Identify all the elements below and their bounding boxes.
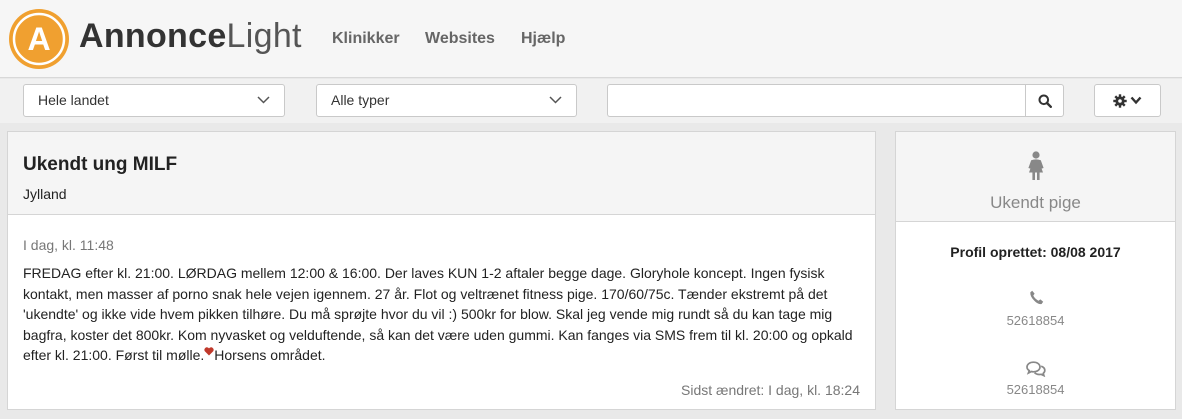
profile-card: Ukendt pige Profil oprettet: 08/08 2017 … (895, 131, 1176, 410)
search-button[interactable] (1025, 84, 1064, 117)
logo-letter: A (27, 21, 50, 57)
nav-link-klinikker[interactable]: Klinikker (332, 30, 400, 48)
brand-name[interactable]: AnnonceLight (79, 17, 302, 56)
ad-description: FREDAG efter kl. 21:00. LØRDAG mellem 12… (23, 263, 868, 366)
ad-region: Jylland (23, 186, 67, 202)
nav-link-websites[interactable]: Websites (425, 30, 495, 48)
chevron-down-icon (1130, 96, 1142, 105)
heart-icon (204, 347, 214, 356)
annoncelight-logo[interactable]: A (8, 8, 70, 70)
ad-card: Ukendt ung MILF Jylland I dag, kl. 11:48… (7, 131, 876, 410)
ad-title: Ukendt ung MILF (23, 154, 178, 175)
type-select[interactable]: Alle typer (316, 84, 577, 117)
search-icon (1038, 94, 1052, 108)
profile-header: Ukendt pige (896, 132, 1175, 222)
settings-button[interactable] (1094, 84, 1161, 117)
phone-number[interactable]: 52618854 (896, 313, 1175, 328)
brand-name-light: Light (226, 17, 302, 55)
ad-description-tail: Horsens området. (214, 347, 326, 363)
female-person-icon (1028, 151, 1044, 180)
ad-description-main: FREDAG efter kl. 21:00. LØRDAG mellem 12… (23, 265, 853, 363)
chevron-down-icon (549, 96, 562, 104)
sms-number[interactable]: 52618854 (896, 382, 1175, 397)
chevron-down-icon (257, 96, 270, 104)
top-navbar: A AnnonceLight Klinikker Websites Hjælp (0, 0, 1182, 78)
chat-bubbles-icon (1026, 361, 1046, 377)
search-input[interactable] (607, 84, 1026, 117)
ad-header: Ukendt ung MILF Jylland (8, 132, 875, 215)
gear-icon (1113, 93, 1127, 108)
nav-link-hjaelp[interactable]: Hjælp (521, 30, 565, 48)
ad-modified-time: Sidst ændret: I dag, kl. 18:24 (681, 382, 860, 398)
region-select-value: Hele landet (38, 92, 109, 108)
brand-name-bold: Annonce (79, 17, 227, 55)
profile-name: Ukendt pige (990, 193, 1081, 212)
type-select-value: Alle typer (331, 92, 390, 108)
ad-posted-time: I dag, kl. 11:48 (23, 237, 114, 253)
phone-icon (1030, 290, 1044, 305)
profile-created-date: Profil oprettet: 08/08 2017 (950, 244, 1121, 260)
region-select[interactable]: Hele landet (23, 84, 285, 117)
